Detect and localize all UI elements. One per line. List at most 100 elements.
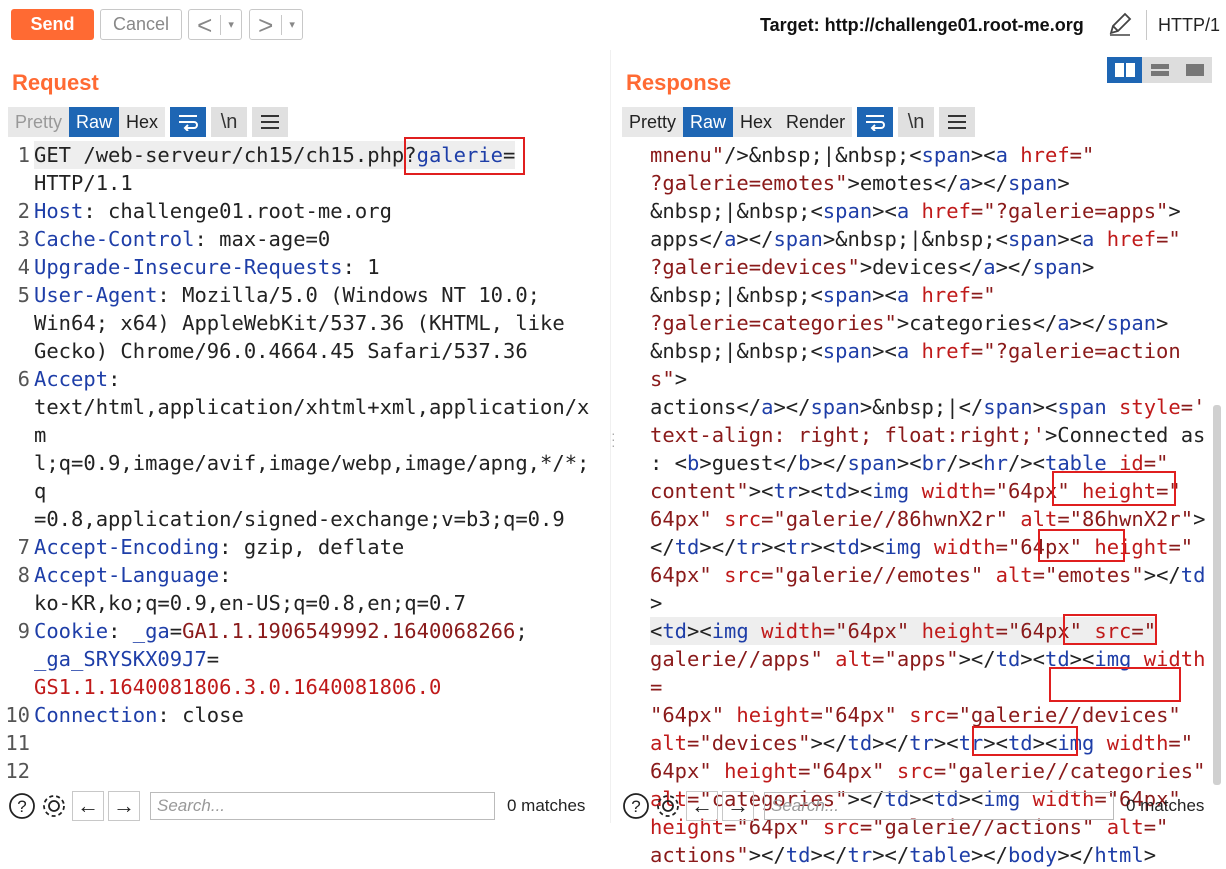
arrow-left-icon[interactable]: ← xyxy=(72,790,104,821)
code-token: >categories</ xyxy=(896,311,1058,335)
help-icon[interactable]: ? xyxy=(8,792,36,820)
code-token: : Mozilla/5.0 (Windows NT 10.0; xyxy=(157,283,541,307)
line-number: 5 xyxy=(17,283,30,307)
line-text: actions"></td></tr></table></body></html… xyxy=(650,841,1156,869)
back-dropdown-icon[interactable]: ▾ xyxy=(221,18,241,31)
toolbar-divider xyxy=(1146,10,1147,40)
forward-arrow-icon: > xyxy=(258,9,274,40)
http-version-button[interactable]: HTTP/1 xyxy=(1158,15,1220,36)
code-token: span xyxy=(822,283,873,307)
line-number: 3 xyxy=(17,227,30,251)
code-token: style xyxy=(1119,395,1181,419)
send-button[interactable]: Send xyxy=(11,9,94,40)
code-token: >< xyxy=(1032,395,1058,419)
code-token: galerie//apps" xyxy=(650,647,823,671)
code-token: a xyxy=(1057,311,1070,335)
history-back-button[interactable]: < ▾ xyxy=(188,9,242,40)
history-forward-button[interactable]: > ▾ xyxy=(249,9,303,40)
settings-icon[interactable] xyxy=(40,792,68,820)
arrow-right-icon[interactable]: → xyxy=(722,790,754,821)
arrow-left-icon[interactable]: ← xyxy=(686,790,718,821)
line-text: actions</a></span>&nbsp;|</span><span st… xyxy=(650,393,1205,421)
code-token: a xyxy=(896,283,910,307)
response-search-input[interactable]: Search... xyxy=(764,791,1114,820)
code-token: : close xyxy=(157,703,244,727)
response-line: text-align: right; float:right;'>Connect… xyxy=(618,421,1208,449)
response-tab-pretty[interactable]: Pretty xyxy=(622,107,684,137)
code-token: = xyxy=(206,647,220,671)
code-token: a xyxy=(958,171,971,195)
svg-text:?: ? xyxy=(17,797,26,816)
response-scrollbar[interactable] xyxy=(1213,405,1221,785)
code-token: b xyxy=(687,451,700,475)
line-text: apps</a></span>&nbsp;|&nbsp;<span><a hre… xyxy=(650,225,1181,253)
code-token: src xyxy=(724,563,762,587)
code-token: ></ xyxy=(810,451,848,475)
response-tab-hex[interactable]: Hex xyxy=(733,107,780,137)
code-token: ko-KR,ko;q=0.9,en-US;q=0.8,en;q=0.7 xyxy=(34,591,466,615)
newline-icon[interactable]: \n xyxy=(898,107,935,137)
arrow-right-icon[interactable]: → xyxy=(108,790,140,821)
code-token: > xyxy=(1143,843,1157,867)
gutter xyxy=(618,757,650,785)
line-text: ?galerie=categories">categories</a></spa… xyxy=(650,309,1168,337)
code-token: >< xyxy=(687,619,712,643)
request-tab-raw[interactable]: Raw xyxy=(69,107,120,137)
layout-tabs-icon[interactable] xyxy=(1177,57,1212,83)
line-text: Win64; x64) AppleWebKit/537.36 (KHTML, l… xyxy=(34,309,565,337)
gutter xyxy=(618,533,650,561)
code-token: span xyxy=(1032,255,1082,279)
code-token: >emotes</ xyxy=(847,171,959,195)
code-token: >< xyxy=(896,451,922,475)
cancel-button[interactable]: Cancel xyxy=(100,9,182,40)
code-token: height xyxy=(921,619,996,643)
request-line: 2 Host: challenge01.root-me.org xyxy=(0,197,600,225)
code-token: _ga_SRYSKX09J7 xyxy=(34,647,207,671)
response-tab-raw[interactable]: Raw xyxy=(683,107,734,137)
code-token: a xyxy=(1082,227,1095,251)
request-line: _ga_SRYSKX09J7= xyxy=(0,645,600,673)
request-search-input[interactable]: Search... xyxy=(150,791,495,820)
gutter xyxy=(618,225,650,253)
layout-stacked-icon[interactable] xyxy=(1142,57,1177,83)
menu-icon[interactable] xyxy=(252,107,289,137)
code-token: >< xyxy=(859,535,885,559)
request-line: ko-KR,ko;q=0.9,en-US;q=0.8,en;q=0.7 xyxy=(0,589,600,617)
code-token: alt xyxy=(835,647,873,671)
wrap-icon[interactable] xyxy=(857,107,894,137)
request-tab-pretty[interactable]: Pretty xyxy=(8,107,70,137)
code-token: >< xyxy=(748,479,774,503)
code-token: =0.8,application/signed-exchange;v=b3;q=… xyxy=(34,507,565,531)
code-token: src xyxy=(724,507,762,531)
code-token: =' xyxy=(1180,395,1206,419)
response-matches-count: 0 matches xyxy=(1126,795,1205,815)
line-text: Cookie: _ga=GA1.1.1906549992.1640068266; xyxy=(34,617,528,645)
wrap-icon[interactable] xyxy=(170,107,207,137)
splitter-handle-icon[interactable]: · · · xyxy=(611,426,616,452)
forward-dropdown-icon[interactable]: ▾ xyxy=(282,18,302,31)
response-tab-render[interactable]: Render xyxy=(779,107,853,137)
pencil-icon[interactable] xyxy=(1106,10,1134,38)
layout-side-by-side-icon[interactable] xyxy=(1107,57,1142,83)
code-token: span xyxy=(921,143,971,167)
help-icon[interactable]: ? xyxy=(622,792,650,820)
code-token: href xyxy=(921,283,971,307)
code-token: ></ xyxy=(958,647,996,671)
code-token: ="64px" xyxy=(822,619,910,643)
code-token: >< xyxy=(810,535,836,559)
code-token: tr xyxy=(785,535,811,559)
line-text: Accept: xyxy=(34,365,120,393)
code-token: =" xyxy=(1168,535,1194,559)
menu-icon[interactable] xyxy=(939,107,976,137)
request-tab-hex[interactable]: Hex xyxy=(119,107,166,137)
request-editor[interactable]: 1 GET /web-serveur/ch15/ch15.php?galerie=… xyxy=(0,141,600,785)
settings-icon[interactable] xyxy=(654,792,682,820)
request-line: 10 Connection: close xyxy=(0,701,600,729)
code-token: : gzip, deflate xyxy=(219,535,405,559)
newline-icon[interactable]: \n xyxy=(211,107,248,137)
code-token: : 1 xyxy=(342,255,380,279)
